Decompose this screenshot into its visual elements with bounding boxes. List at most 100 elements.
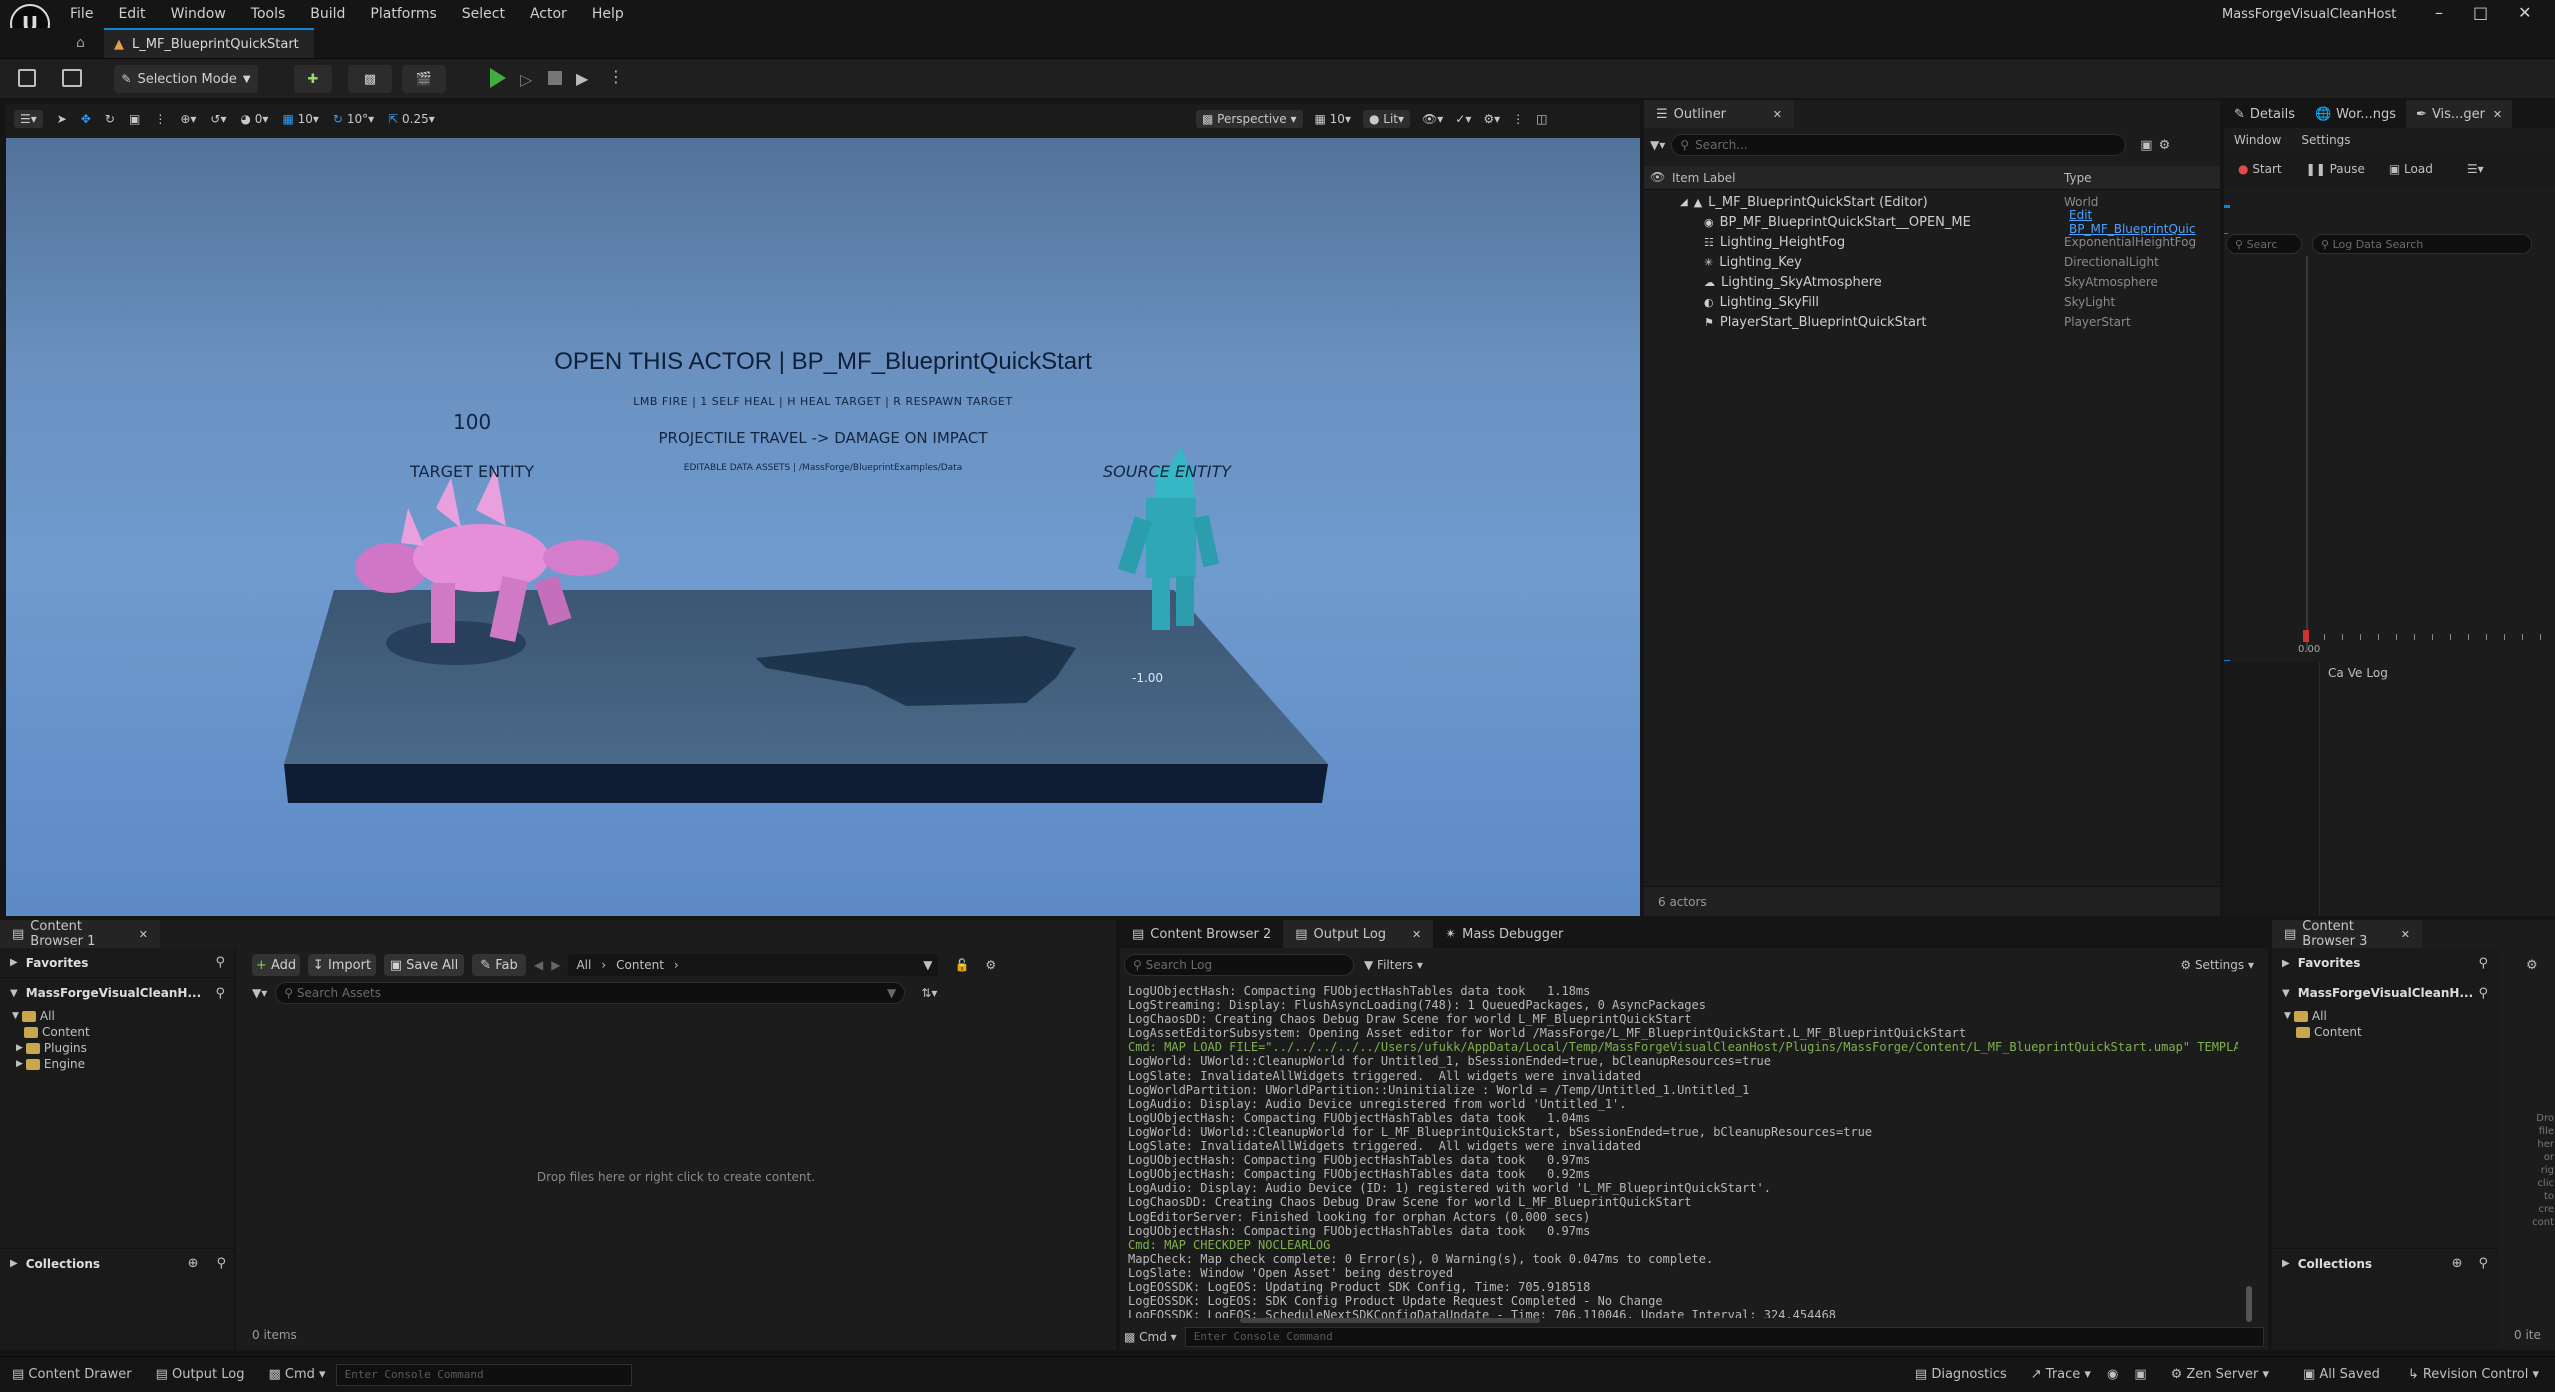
selection-mode-button[interactable]: ✎ Selection Mode ▼ [114, 65, 258, 93]
perspective-button[interactable]: ▩ Perspective ▾ [1196, 110, 1303, 128]
viewport-more-icon[interactable]: ⋮ [1512, 112, 1524, 126]
filter-icon[interactable]: ▼▾ [252, 986, 267, 1000]
collections-header[interactable]: Collections [2298, 1257, 2372, 1271]
lock-icon[interactable]: 🔓 [954, 958, 969, 972]
project-header[interactable]: MassForgeVisualCleanH... [26, 986, 201, 1000]
add-collection-icon[interactable]: ⊕ [2452, 1256, 2463, 1271]
revision-control-button[interactable]: ↳ Revision Control ▾ [2408, 1367, 2539, 1382]
add-folder-icon[interactable]: ▣ [2140, 138, 2152, 153]
search-icon[interactable]: ⚲ [2478, 1256, 2488, 1271]
asset-search-input[interactable]: ⚲ Search Assets ▼ [275, 982, 906, 1004]
collections-header[interactable]: Collections [26, 1257, 100, 1271]
play-icon[interactable] [490, 68, 506, 88]
menu-settings-vlog[interactable]: Settings [2301, 133, 2350, 147]
project-header[interactable]: MassForgeVisualCleanH... [2298, 986, 2473, 1000]
outliner-settings-icon[interactable]: ⚙ [2159, 138, 2171, 153]
settings-icon[interactable]: ⚙▾ [1483, 112, 1500, 126]
cmd-select[interactable]: ▩ Cmd ▾ [269, 1367, 326, 1382]
outliner-tab[interactable]: ☰ Outliner ✕ [1644, 100, 1794, 128]
blueprint-button[interactable]: ▩ [348, 65, 392, 93]
angle-snap-button[interactable]: ↻ 10°▾ [333, 112, 374, 126]
camera-speed-button[interactable]: ▦ 10▾ [1315, 112, 1351, 126]
maximize-icon[interactable]: □ [2473, 3, 2488, 22]
show-flags-icon[interactable]: 👁▾ [1422, 112, 1443, 126]
more-icon[interactable]: ⋮ [154, 112, 166, 126]
search-icon[interactable]: ⚲ [216, 1256, 226, 1271]
log-settings-button[interactable]: ⚙ Settings ▾ [2180, 958, 2254, 972]
world-space-icon[interactable]: ⊕▾ [180, 112, 196, 126]
tab-verbosity[interactable]: Ve [2348, 666, 2363, 680]
outliner-row[interactable]: ✳ Lighting_Key DirectionalLight [1644, 252, 2220, 272]
tree-item-all[interactable]: ▼ All [12, 1008, 235, 1024]
menu-platforms[interactable]: Platforms [370, 6, 436, 22]
vlog-menu-icon[interactable]: ☰▾ [2467, 162, 2484, 176]
path-breadcrumb[interactable]: All › Content › ▼ [568, 954, 939, 976]
tree-item-plugins[interactable]: ▶ Plugins [12, 1040, 235, 1056]
scale-tool-icon[interactable]: ▣ [129, 112, 140, 126]
menu-edit[interactable]: Edit [118, 6, 145, 22]
record-trace-icon[interactable]: ◉ [2107, 1367, 2118, 1382]
menu-window[interactable]: Window [171, 6, 226, 22]
log-lines[interactable]: LogUObjectHash: Compacting FUObjectHashT… [1128, 984, 2238, 1318]
search-icon[interactable]: ⚲ [2478, 986, 2488, 1001]
tree-item-content[interactable]: Content [2284, 1024, 2498, 1040]
close-icon[interactable]: ✕ [2518, 3, 2531, 22]
rot-snap-button[interactable]: ◕ 0▾ [240, 112, 268, 126]
outliner-row[interactable]: ◉ BP_MF_BlueprintQuickStart__OPEN_ME Edi… [1644, 208, 2220, 236]
minimize-icon[interactable]: – [2435, 3, 2443, 22]
expand-icon[interactable]: ◢ [1680, 197, 1688, 208]
search-icon[interactable]: ⚲ [215, 986, 225, 1001]
collapse-icon[interactable]: ▶ [2282, 958, 2290, 969]
level-viewport[interactable]: OPEN THIS ACTOR | BP_MF_BlueprintQuickSt… [6, 138, 1640, 916]
log-scrollbar[interactable] [2246, 1286, 2252, 1322]
search-icon[interactable]: ⚲ [2478, 956, 2488, 971]
level-tab[interactable]: ▲ L_MF_BlueprintQuickStart [104, 28, 314, 58]
forward-icon[interactable]: ▶ [551, 958, 560, 972]
breadcrumb-all[interactable]: All [576, 958, 591, 972]
log-h-scrollbar[interactable] [1240, 1318, 1540, 1323]
tab-content-browser-2[interactable]: ▤ Content Browser 2 [1120, 920, 1283, 948]
edit-blueprint-link[interactable]: Edit BP_MF_BlueprintQuic [2069, 208, 2220, 236]
all-saved-button[interactable]: ▣ All Saved [2303, 1367, 2380, 1382]
add-actor-button[interactable]: ✚ [294, 65, 332, 93]
filter-icon[interactable]: ▼▾ [1650, 138, 1665, 152]
outliner-row[interactable]: ◐ Lighting_SkyFill SkyLight [1644, 292, 2220, 312]
tab-categories[interactable]: Ca [2328, 666, 2344, 680]
close-tab-icon[interactable]: ✕ [1773, 108, 1782, 121]
pause-button[interactable]: ❚❚ Pause [2306, 162, 2365, 176]
search-icon[interactable]: ⚲ [215, 955, 225, 970]
menu-select[interactable]: Select [462, 6, 505, 22]
menu-help[interactable]: Help [592, 6, 624, 22]
content-drawer-button[interactable]: ▤ Content Drawer [12, 1367, 132, 1382]
collapse-icon[interactable]: ▶ [10, 1258, 18, 1269]
timeline-cursor[interactable] [2303, 630, 2309, 642]
tab-log[interactable]: Log [2366, 666, 2387, 680]
stop-icon[interactable] [548, 71, 562, 85]
layout-icon[interactable]: ◫ [1536, 112, 1547, 126]
content-icon[interactable] [62, 69, 82, 87]
favorites-header[interactable]: Favorites [26, 956, 89, 970]
tab-world-settings[interactable]: 🌐 Wor...ngs [2305, 100, 2406, 128]
viewport-options-icon[interactable]: ☰▾ [14, 110, 43, 128]
settings-icon[interactable]: ⚙ [985, 958, 996, 972]
start-button[interactable]: ● Start [2238, 162, 2282, 176]
close-tab-icon[interactable]: ✕ [2401, 928, 2410, 941]
vlog-search-input[interactable]: ⚲ Searc [2226, 234, 2302, 254]
save-all-button[interactable]: ▣ Save All [384, 954, 464, 976]
log-data-search-input[interactable]: ⚲ Log Data Search [2312, 234, 2532, 254]
tab-content-browser-1[interactable]: ▤ Content Browser 1 ✕ [0, 919, 160, 949]
back-icon[interactable]: ◀ [534, 958, 543, 972]
menu-window-vlog[interactable]: Window [2234, 133, 2281, 147]
expand-icon[interactable]: ▼ [10, 988, 18, 999]
breadcrumb-content[interactable]: Content [616, 958, 664, 972]
log-search-input[interactable]: ⚲ Search Log [1124, 954, 1354, 976]
import-button[interactable]: ↧ Import [308, 954, 376, 976]
console-command-input[interactable]: Enter Console Command [1184, 1327, 2264, 1347]
close-tab-icon[interactable]: ✕ [139, 928, 148, 941]
outliner-row[interactable]: ☷ Lighting_HeightFog ExponentialHeightFo… [1644, 232, 2220, 252]
output-log-button[interactable]: ▤ Output Log [156, 1367, 245, 1382]
menu-tools[interactable]: Tools [251, 6, 286, 22]
add-collection-icon[interactable]: ⊕ [188, 1256, 199, 1271]
load-button[interactable]: ▣ Load [2389, 162, 2433, 176]
menu-file[interactable]: File [70, 6, 93, 22]
